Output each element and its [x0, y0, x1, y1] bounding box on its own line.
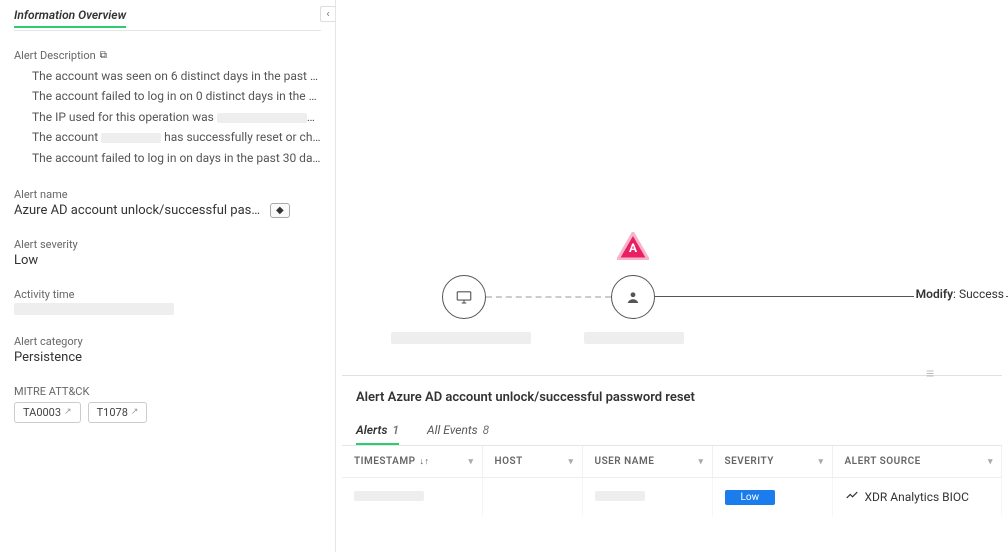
alert-detail-title: Alert Azure AD account unlock/successful… [342, 376, 1002, 423]
col-severity[interactable]: SEVERITY ▾ [712, 446, 832, 478]
mitre-label: MITRE ATT&CK [14, 385, 321, 398]
col-alert-source[interactable]: ALERT SOURCE ▾ [832, 446, 1002, 478]
alert-description-list: The account was seen on 6 distinct days … [14, 66, 321, 168]
edge-label: Modify: Success [914, 287, 1006, 301]
alert-detail-panel: ≡ Alert Azure AD account unlock/successf… [342, 375, 1002, 552]
filter-icon[interactable]: ▾ [698, 457, 703, 467]
col-username[interactable]: USER NAME ▾ [582, 446, 712, 478]
redacted [101, 133, 161, 143]
alert-severity-block: Alert severity Low [14, 238, 321, 268]
info-sidebar: ‹ Information Overview Alert Description… [0, 0, 336, 552]
activity-time-label: Activity time [14, 288, 321, 301]
redacted [595, 491, 645, 501]
mitre-block: MITRE ATT&CK TA0003↗ T1078↗ [14, 385, 321, 423]
tab-all-events[interactable]: All Events 8 [427, 423, 489, 445]
external-link-icon: ↗ [131, 407, 139, 417]
list-item: The account was seen on 6 distinct days … [32, 66, 321, 86]
drag-handle[interactable]: ≡ [926, 365, 942, 382]
redacted [14, 303, 174, 315]
alert-name-block: Alert name Azure AD account unlock/succe… [14, 188, 321, 218]
alert-name-value: Azure AD account unlock/successful passw… [14, 203, 264, 218]
redacted [391, 332, 531, 344]
alert-severity-value: Low [14, 253, 321, 268]
detail-tabs: Alerts 1 All Events 8 [342, 423, 1002, 446]
redacted [354, 491, 424, 501]
list-item: The account failed to log in on days in … [32, 148, 321, 168]
filter-icon[interactable]: ▾ [568, 457, 573, 467]
user-node[interactable] [611, 275, 655, 319]
severity-badge: Low [725, 490, 776, 505]
popout-icon[interactable]: ⧉ [100, 50, 107, 61]
filter-icon[interactable]: ▾ [468, 457, 473, 467]
user-icon [624, 288, 642, 306]
list-item: The IP used for this operation was … [32, 107, 321, 127]
main-pane: A Modify: Success ≡ Alert Azure AD accou… [336, 0, 1008, 552]
section-title: Information Overview [14, 8, 126, 28]
causality-graph[interactable]: A Modify: Success [336, 0, 1008, 370]
host-node[interactable] [442, 275, 486, 319]
analytics-icon [845, 488, 859, 506]
mitre-tag[interactable]: T1078↗ [88, 402, 148, 423]
filter-icon[interactable]: ▾ [988, 457, 993, 467]
alert-name-label: Alert name [14, 188, 321, 201]
mitre-tag[interactable]: TA0003↗ [14, 402, 81, 423]
alert-category-label: Alert category [14, 335, 321, 348]
sort-indicator-icon: ↓↑ [420, 456, 430, 467]
alert-category-value: Persistence [14, 350, 321, 365]
filter-icon[interactable]: ▾ [818, 457, 823, 467]
shield-icon[interactable]: ◆ [270, 203, 290, 218]
activity-time-block: Activity time [14, 288, 321, 315]
alert-severity-label: Alert severity [14, 238, 321, 251]
tab-alerts[interactable]: Alerts 1 [356, 423, 399, 445]
col-host[interactable]: HOST ▾ [482, 446, 582, 478]
alert-category-block: Alert category Persistence [14, 335, 321, 365]
list-item: The account has successfully reset or ch… [32, 127, 321, 147]
external-link-icon: ↗ [64, 407, 72, 417]
list-item: The account failed to log in on 0 distin… [32, 86, 321, 106]
alert-description-label: Alert Description [14, 49, 96, 62]
redacted [584, 332, 684, 344]
alerts-table: TIMESTAMP↓↑ ▾ HOST ▾ USER NAME ▾ SEVER [342, 446, 1002, 516]
col-timestamp[interactable]: TIMESTAMP↓↑ ▾ [342, 446, 482, 478]
alert-source-value: XDR Analytics BIOC [865, 490, 969, 504]
graph-edge-dashed [486, 296, 611, 298]
table-row[interactable]: Low XDR Analytics BIOC [342, 478, 1002, 517]
alert-description-block: Alert Description ⧉ The account was seen… [14, 49, 321, 168]
collapse-sidebar-button[interactable]: ‹ [320, 6, 336, 22]
redacted [217, 113, 307, 123]
alert-triangle-badge[interactable]: A [617, 232, 649, 260]
monitor-icon [455, 288, 473, 306]
